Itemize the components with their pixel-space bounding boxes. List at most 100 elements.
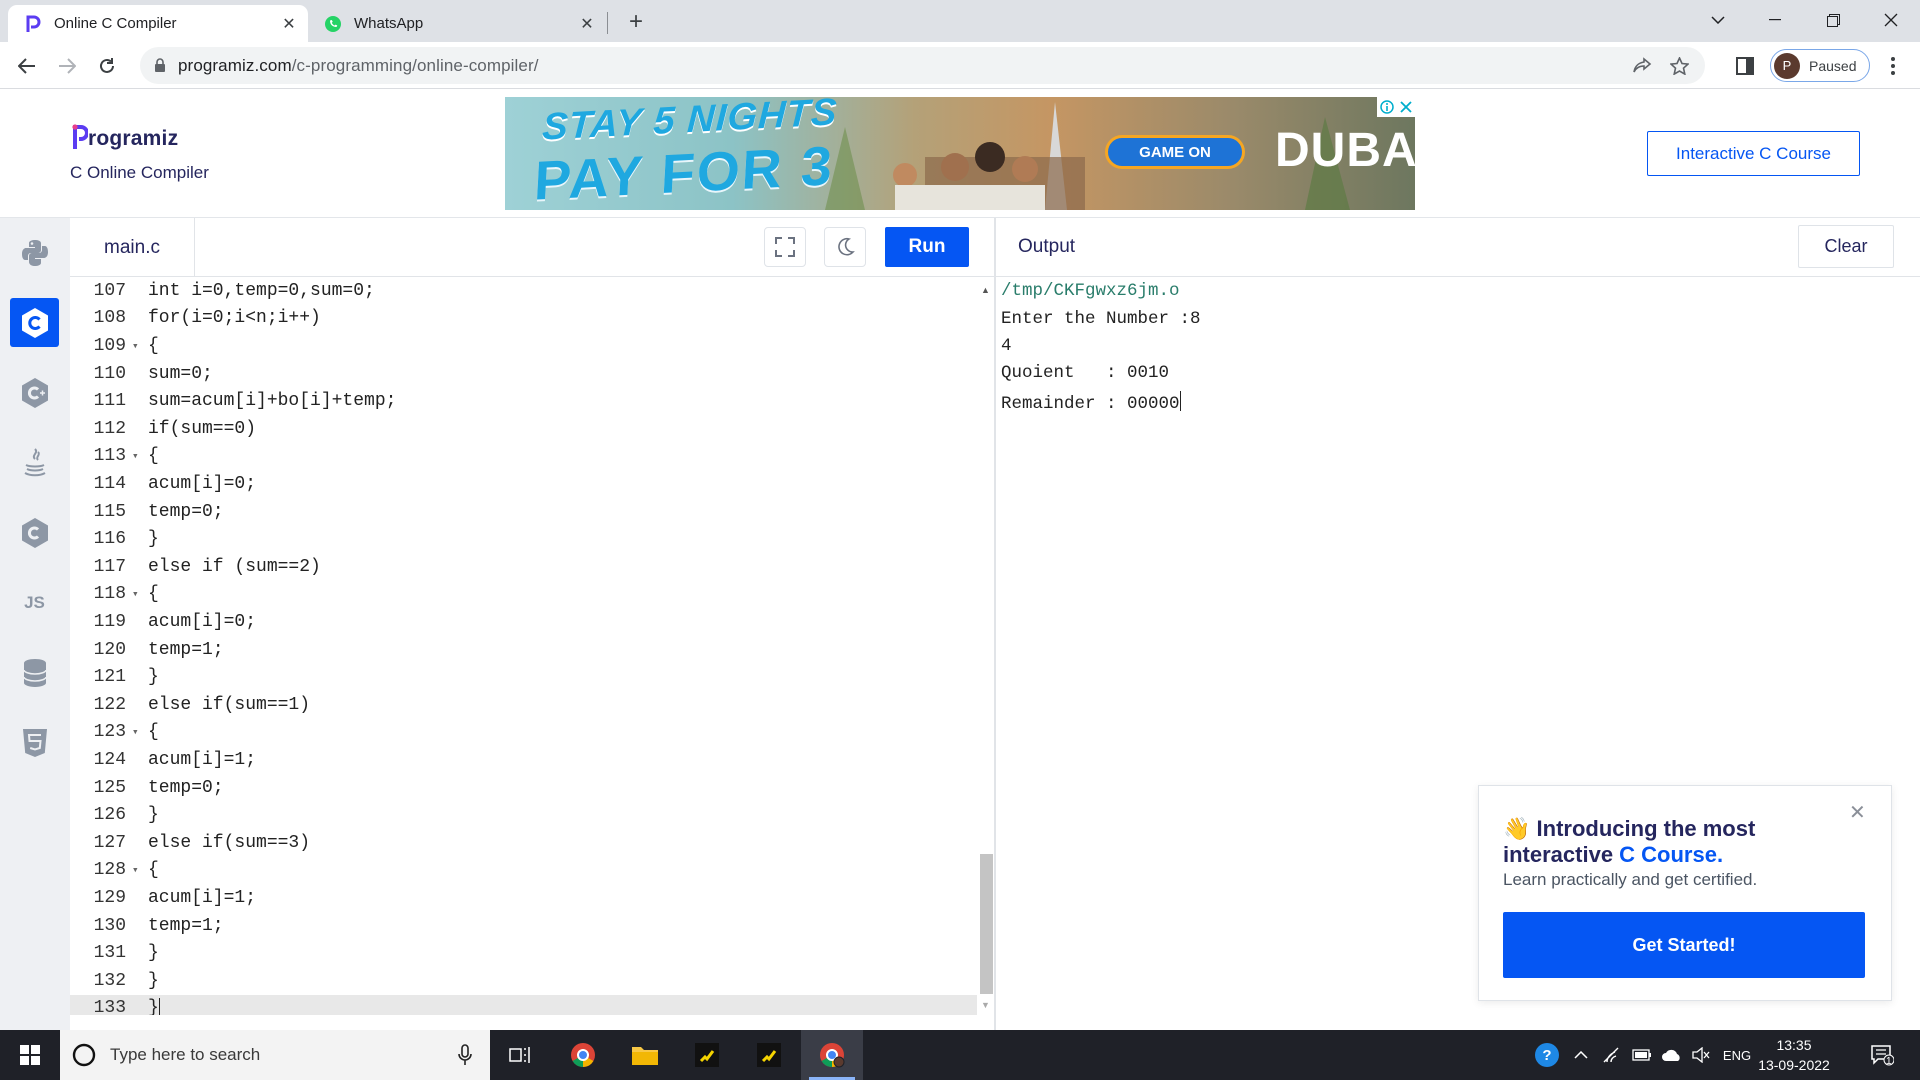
code-line[interactable]: 123 ▾{ (70, 719, 977, 747)
ad-close-icon[interactable] (1400, 101, 1412, 113)
code-line[interactable]: 132} (70, 967, 977, 995)
language-sidebar: JS (0, 218, 70, 1030)
side-panel-icon[interactable] (1729, 50, 1761, 82)
taskbar-app-2[interactable] (739, 1030, 799, 1080)
scroll-up-arrow-icon[interactable]: ▲ (981, 285, 990, 295)
new-tab-button[interactable]: + (622, 8, 650, 36)
fold-arrow-icon[interactable]: ▾ (128, 725, 146, 739)
lang-cpp[interactable] (10, 368, 59, 417)
code-line-current[interactable]: 133} (70, 994, 977, 1015)
taskbar-chrome-profile[interactable] (801, 1030, 863, 1080)
profile-button[interactable]: P Paused (1770, 49, 1870, 82)
code-line[interactable]: 117 else if (sum==2) (70, 553, 977, 581)
code-line[interactable]: 110 sum=0; (70, 360, 977, 388)
lang-html[interactable] (10, 718, 59, 767)
close-tab-icon[interactable]: ✕ (276, 11, 302, 37)
run-button[interactable]: Run (885, 227, 969, 267)
get-started-button[interactable]: Get Started! (1503, 912, 1865, 978)
close-tab-icon[interactable]: ✕ (574, 11, 600, 37)
code-line[interactable]: 128 ▾{ (70, 857, 977, 885)
network-icon[interactable] (1598, 1030, 1624, 1080)
task-view-button[interactable] (490, 1030, 550, 1080)
fold-arrow-icon[interactable]: ▾ (128, 339, 146, 353)
close-icon[interactable]: ✕ (1849, 800, 1866, 825)
code-line[interactable]: 120 temp=1; (70, 636, 977, 664)
start-button[interactable] (0, 1030, 60, 1080)
code-line[interactable]: 114 acum[i]=0; (70, 470, 977, 498)
code-line[interactable]: 125 temp=0; (70, 774, 977, 802)
code-line[interactable]: 124 acum[i]=1; (70, 746, 977, 774)
minimize-window-button[interactable] (1752, 0, 1798, 40)
code-line[interactable]: 113 ▾{ (70, 443, 977, 471)
close-window-button[interactable] (1868, 0, 1914, 40)
lang-c[interactable] (10, 298, 59, 347)
code-editor[interactable]: 107 int i=0,temp=0,sum=0; 108 for(i=0;i<n;i… (70, 277, 977, 1015)
fold-arrow-icon[interactable]: ▾ (128, 449, 146, 463)
address-bar[interactable]: programiz.com/c-programming/online-compi… (140, 47, 1705, 84)
tab-whatsapp[interactable]: WhatsApp ✕ (308, 5, 606, 42)
forward-arrow-icon[interactable] (51, 50, 83, 82)
editor-scrollbar[interactable]: ▲ ▼ (977, 277, 994, 1015)
code-line[interactable]: 115 temp=0; (70, 498, 977, 526)
dark-mode-toggle[interactable] (824, 227, 866, 267)
help-icon[interactable]: ? (1530, 1030, 1564, 1080)
code-line[interactable]: 130 temp=1; (70, 912, 977, 940)
code-line[interactable]: 116} (70, 525, 977, 553)
code-line[interactable]: 111 sum=acum[i]+bo[i]+temp; (70, 387, 977, 415)
taskbar-clock[interactable]: 13:35 13-09-2022 (1750, 1035, 1838, 1075)
code-text: if(sum==0) (148, 418, 257, 439)
lang-python[interactable] (10, 228, 59, 277)
code-line[interactable]: 118 ▾{ (70, 581, 977, 609)
taskbar-file-explorer[interactable] (615, 1030, 675, 1080)
back-arrow-icon[interactable] (11, 50, 43, 82)
volume-muted-icon[interactable] (1688, 1030, 1714, 1080)
scrollbar-thumb[interactable] (980, 854, 993, 994)
notifications-button[interactable]: 1 (1862, 1030, 1902, 1080)
programiz-logo[interactable]: rogramiz (72, 123, 178, 151)
lang-sql[interactable] (10, 648, 59, 697)
kebab-menu-icon[interactable] (1877, 50, 1909, 82)
taskbar-search-box[interactable]: Type here to search (60, 1030, 490, 1080)
lock-icon[interactable] (154, 58, 166, 73)
taskbar-app-1[interactable] (677, 1030, 737, 1080)
code-line[interactable]: 121} (70, 663, 977, 691)
code-line[interactable]: 112 if(sum==0) (70, 415, 977, 443)
line-number: 122 (93, 694, 126, 715)
fold-arrow-icon[interactable]: ▾ (128, 863, 146, 877)
scroll-down-arrow-icon[interactable]: ▼ (981, 1000, 990, 1010)
restore-window-button[interactable] (1810, 0, 1856, 40)
code-line[interactable]: 126} (70, 801, 977, 829)
code-line[interactable]: 131} (70, 939, 977, 967)
code-line[interactable]: 129 acum[i]=1; (70, 884, 977, 912)
code-line[interactable]: 107 int i=0,temp=0,sum=0; (70, 277, 977, 305)
ad-info-icon[interactable] (1380, 100, 1394, 114)
chevron-up-icon[interactable] (1568, 1030, 1594, 1080)
clear-button[interactable]: Clear (1798, 225, 1894, 268)
fold-arrow-icon[interactable]: ▾ (128, 587, 146, 601)
code-line[interactable]: 109 ▾{ (70, 332, 977, 360)
line-number: 124 (93, 749, 126, 770)
code-line[interactable]: 127 else if(sum==3) (70, 829, 977, 857)
line-number: 116 (93, 529, 126, 550)
lang-csharp[interactable] (10, 508, 59, 557)
tab-search-chevron-icon[interactable] (1695, 0, 1741, 40)
code-line[interactable]: 122 else if(sum==1) (70, 691, 977, 719)
code-line[interactable]: 119 acum[i]=0; (70, 608, 977, 636)
battery-icon[interactable] (1628, 1030, 1656, 1080)
file-tab-main-c[interactable]: main.c (70, 218, 195, 277)
ad-game-on-button[interactable]: GAME ON (1105, 135, 1245, 169)
bookmark-star-icon[interactable] (1670, 56, 1689, 75)
share-icon[interactable] (1632, 56, 1652, 75)
microphone-icon[interactable] (458, 1044, 472, 1066)
code-line[interactable]: 108 for(i=0;i<n;i++) (70, 305, 977, 333)
ad-choices[interactable] (1377, 97, 1415, 117)
lang-javascript[interactable]: JS (10, 578, 59, 627)
taskbar-chrome[interactable] (553, 1030, 613, 1080)
interactive-course-button[interactable]: Interactive C Course (1647, 131, 1860, 176)
lang-java[interactable] (10, 438, 59, 487)
advertisement-banner[interactable]: STAY 5 NIGHTS PAY FOR 3 GAME ON DUBAI (505, 97, 1415, 210)
fullscreen-button[interactable] (764, 227, 806, 267)
reload-icon[interactable] (91, 50, 123, 82)
tab-online-c-compiler[interactable]: Online C Compiler ✕ (8, 5, 308, 42)
onedrive-icon[interactable] (1658, 1030, 1686, 1080)
